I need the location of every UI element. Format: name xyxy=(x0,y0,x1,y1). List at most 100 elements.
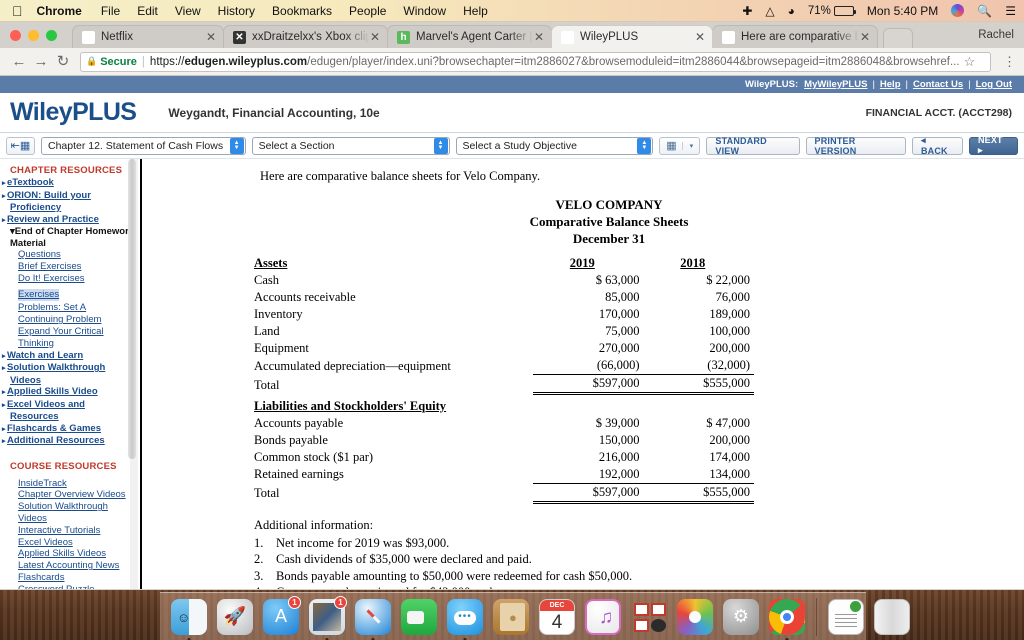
siri-icon[interactable] xyxy=(951,4,965,17)
dock-item-chrome[interactable] xyxy=(766,596,808,640)
close-window-button[interactable] xyxy=(10,29,21,41)
next-button[interactable]: NEXT ▸ xyxy=(968,135,1019,155)
tab-agent-carter[interactable]: h Marvel's Agent Carter | Searc ✕ xyxy=(387,25,552,48)
spotlight-search-icon[interactable]: 🔍 xyxy=(977,4,992,18)
sidebar-item-insidetrack[interactable]: InsideTrack xyxy=(18,478,136,490)
menu-history[interactable]: History xyxy=(218,4,255,18)
sidebar-toggle-icon[interactable]: ⇤▦ xyxy=(6,136,35,155)
menu-window[interactable]: Window xyxy=(403,4,446,18)
menu-bookmarks[interactable]: Bookmarks xyxy=(272,4,332,18)
chapter-select[interactable]: Chapter 12. Statement of Cash Flows ▲ ▼ xyxy=(40,136,246,155)
sidebar-item-problems-set-a[interactable]: Problems: Set A xyxy=(18,302,136,314)
sidebar-item-watch-and-learn[interactable]: ▸Watch and Learn xyxy=(2,350,136,363)
notification-center-icon[interactable]: ☰ xyxy=(1005,4,1016,18)
chrome-menu-icon[interactable]: ⋮ xyxy=(1003,55,1016,68)
sidebar-item-chapter-overview-videos[interactable]: Chapter Overview Videos xyxy=(18,489,136,501)
sidebar-item-continuing-problem[interactable]: Continuing Problem xyxy=(18,314,136,326)
maximize-window-button[interactable] xyxy=(46,29,57,41)
sidebar-item-flashcards[interactable]: Flashcards xyxy=(18,572,136,584)
link-log-out[interactable]: Log Out xyxy=(976,79,1012,90)
forward-icon[interactable]: → xyxy=(30,54,52,69)
tab-google-search[interactable]: G Here are comparative balanc ✕ xyxy=(712,25,878,48)
dock-item-mail[interactable]: 1 xyxy=(306,595,348,640)
menu-help[interactable]: Help xyxy=(463,4,488,18)
close-icon[interactable]: ✕ xyxy=(859,31,871,43)
close-icon[interactable]: ✕ xyxy=(369,31,381,43)
sidebar-item-orion[interactable]: ▸ORION: Build your Proficiency xyxy=(2,190,136,214)
dock-item-calendar[interactable]: DEC 4 xyxy=(536,596,578,638)
dock-item-app-store[interactable]: A1 xyxy=(260,595,302,638)
sidebar-item-excel-videos[interactable]: Excel Videos xyxy=(18,537,136,549)
link-mywileyplus[interactable]: MyWileyPLUS xyxy=(804,79,867,90)
print-page-button[interactable]: ▦ ▾ xyxy=(659,136,701,155)
dock-item-safari[interactable] xyxy=(352,596,394,640)
clock[interactable]: Mon 5:40 PM xyxy=(867,4,938,18)
apple-logo-icon[interactable]:  xyxy=(12,4,23,18)
sidebar-item-additional-resources[interactable]: ▸Additional Resources xyxy=(2,435,136,448)
sidebar-item-applied-skills-video[interactable]: ▸Applied Skills Video xyxy=(2,386,136,399)
sidebar-item-do-it-exercises[interactable]: Do It! Exercises xyxy=(18,273,136,285)
minimize-window-button[interactable] xyxy=(28,29,39,41)
address-bar[interactable]: 🔒 Secure | https://edugen.wileyplus.com /… xyxy=(80,51,991,72)
bookmark-star-icon[interactable]: ☆ xyxy=(964,54,976,70)
link-contact-us[interactable]: Contact Us xyxy=(913,79,963,90)
link-help[interactable]: Help xyxy=(880,79,901,90)
menu-file[interactable]: File xyxy=(101,4,120,18)
dock-item-contacts[interactable] xyxy=(490,596,532,638)
dock-item-itunes[interactable]: ♫ xyxy=(582,596,624,638)
dock-item-messages[interactable]: ••• xyxy=(444,596,486,640)
close-icon[interactable]: ✕ xyxy=(205,31,217,43)
sidebar-item-questions[interactable]: Questions xyxy=(18,249,136,261)
objective-select[interactable]: Select a Study Objective ▲ ▼ xyxy=(455,136,654,155)
sidebar-scrollbar-track[interactable] xyxy=(128,159,138,589)
tab-xbox-clips[interactable]: ✕ xxDraitzelxx's Xbox clips on ✕ xyxy=(223,25,388,48)
sidebar-item-end-of-chapter[interactable]: ▾End of Chapter Homework Material xyxy=(6,226,136,249)
dock-item-facetime[interactable] xyxy=(398,596,440,638)
tab-wileyplus[interactable]: ☑ WileyPLUS ✕ xyxy=(551,25,713,48)
sidebar-item-interactive-tutorials[interactable]: Interactive Tutorials xyxy=(18,525,136,537)
back-icon[interactable]: ← xyxy=(8,54,30,69)
sidebar-item-exercises[interactable]: Exercises xyxy=(18,289,60,302)
dock-item-launchpad[interactable]: 🚀 xyxy=(214,596,256,638)
sidebar-item-solution-walkthrough-videos[interactable]: ▸Solution Walkthrough Videos xyxy=(2,362,136,386)
sidebar-item-solution-walkthrough-videos-course[interactable]: Solution Walkthrough Videos xyxy=(18,501,136,525)
menu-view[interactable]: View xyxy=(175,4,201,18)
sidebar-item-latest-accounting-news[interactable]: Latest Accounting News xyxy=(18,560,136,572)
sidebar-item-brief-exercises[interactable]: Brief Exercises xyxy=(18,261,136,273)
h-favicon-icon: h xyxy=(397,30,410,44)
menu-edit[interactable]: Edit xyxy=(137,4,158,18)
google-drive-menu-icon[interactable]: △ xyxy=(765,4,774,18)
battery-menu-icon[interactable]: 71% xyxy=(808,5,856,17)
row-value-2019: 270,000 xyxy=(598,341,640,355)
back-button[interactable]: ◂ BACK xyxy=(911,135,963,156)
dock-item-finder[interactable]: ☺ xyxy=(168,596,210,640)
sidebar-scrollbar-thumb[interactable] xyxy=(128,159,136,459)
standard-view-button[interactable]: STANDARD VIEW xyxy=(706,136,800,156)
close-icon[interactable]: ✕ xyxy=(533,31,545,43)
sidebar-item-crossword-puzzle[interactable]: Crossword Puzzle xyxy=(18,584,136,589)
sidebar-item-applied-skills-videos[interactable]: Applied Skills Videos xyxy=(18,548,136,560)
sidebar-item-expand-your-critical-thinking[interactable]: Expand Your Critical Thinking xyxy=(18,326,136,350)
menu-people[interactable]: People xyxy=(349,4,386,18)
dock-item-photo-booth[interactable] xyxy=(628,596,670,638)
tab-netflix[interactable]: N Netflix ✕ xyxy=(72,25,224,48)
sidebar-item-excel-videos-and-resources[interactable]: ▸Excel Videos and Resources xyxy=(2,399,136,423)
wifi-menu-icon[interactable]: ◕ xyxy=(788,4,795,18)
printer-version-button[interactable]: PRINTER VERSION xyxy=(805,136,906,156)
menu-chrome[interactable]: Chrome xyxy=(37,4,82,18)
dock-item-trash[interactable] xyxy=(871,596,913,638)
dropbox-menu-icon[interactable]: ✚ xyxy=(742,4,752,18)
sidebar-item-flashcards-and-games[interactable]: ▸Flashcards & Games xyxy=(2,423,136,436)
dock-item-system-preferences[interactable]: ⚙ xyxy=(720,596,762,638)
section-select[interactable]: Select a Section ▲ ▼ xyxy=(251,136,450,155)
dock-item-document[interactable] xyxy=(825,596,867,638)
new-tab-button[interactable] xyxy=(883,28,913,48)
sidebar-item-etextbook[interactable]: ▸eTextbook xyxy=(2,177,136,190)
sidebar-item-review-and-practice[interactable]: ▸Review and Practice xyxy=(2,214,136,227)
close-icon[interactable]: ✕ xyxy=(694,31,706,43)
dock-item-photos[interactable] xyxy=(674,596,716,638)
chevron-down-icon[interactable]: ▾ xyxy=(682,141,699,150)
reload-icon[interactable]: ↻ xyxy=(52,54,74,69)
profile-name[interactable]: Rachel xyxy=(978,29,1024,41)
wileyplus-logo[interactable]: WileyPLUS xyxy=(10,98,137,127)
